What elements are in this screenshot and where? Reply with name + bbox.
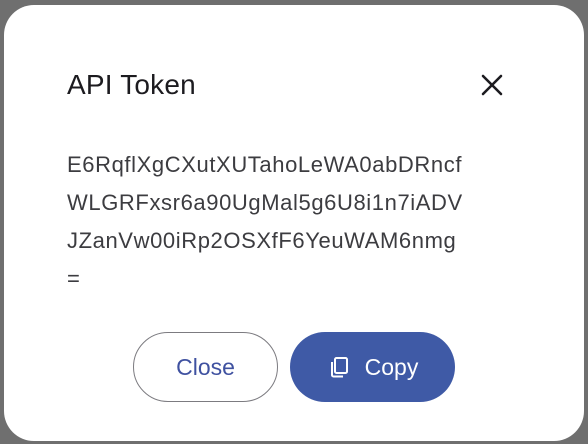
close-button-label: Close [176,353,235,380]
copy-button-label: Copy [364,353,419,380]
api-token-dialog: API Token E6RqflXgCXutXUTahoLeWA0abDRncf… [4,5,584,441]
close-button[interactable]: Close [133,332,278,402]
token-line: JZanVw00iRp2OSXfF6YeuWAM6nmg [67,228,457,253]
copy-button[interactable]: Copy [290,332,455,402]
copy-icon [327,355,351,379]
dialog-title: API Token [67,69,196,100]
api-token-text: E6RqflXgCXutXUTahoLeWA0abDRncf WLGRFxsr6… [67,146,537,298]
token-line: WLGRFxsr6a90UgMal5g6U8i1n7iADV [67,190,463,215]
close-icon[interactable] [472,65,512,105]
token-line: = [67,266,81,291]
token-line: E6RqflXgCXutXUTahoLeWA0abDRncf [67,152,463,177]
